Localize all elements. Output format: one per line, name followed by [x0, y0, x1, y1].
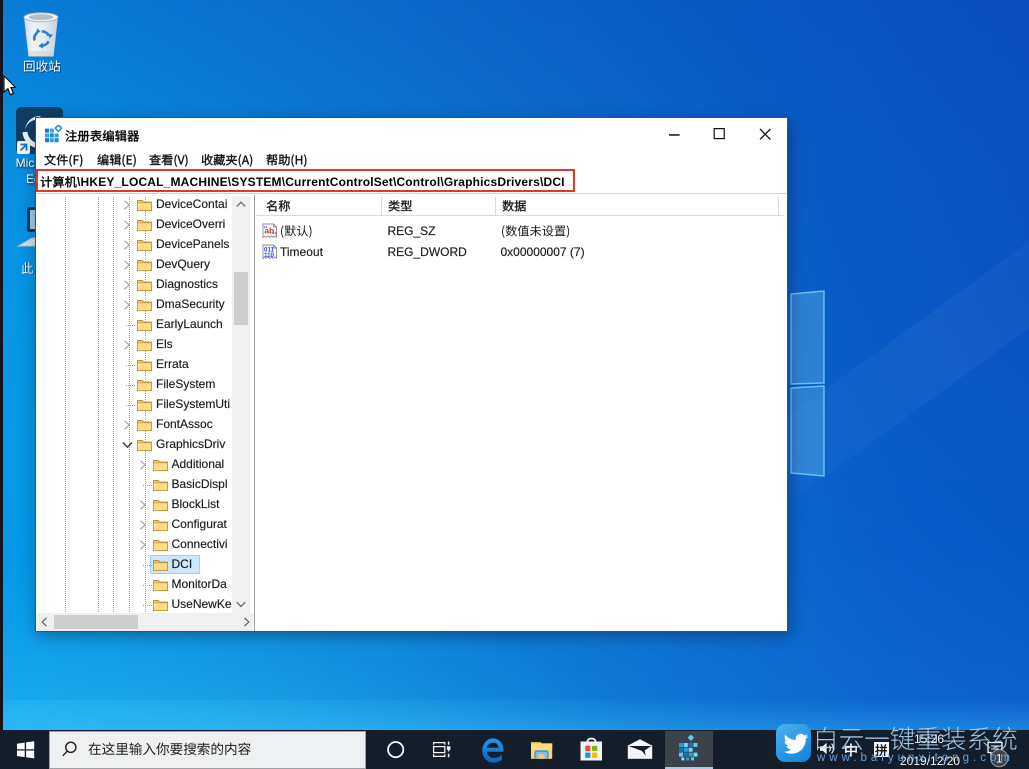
svg-text:110: 110 [264, 252, 275, 259]
svg-text:ab: ab [264, 225, 274, 235]
